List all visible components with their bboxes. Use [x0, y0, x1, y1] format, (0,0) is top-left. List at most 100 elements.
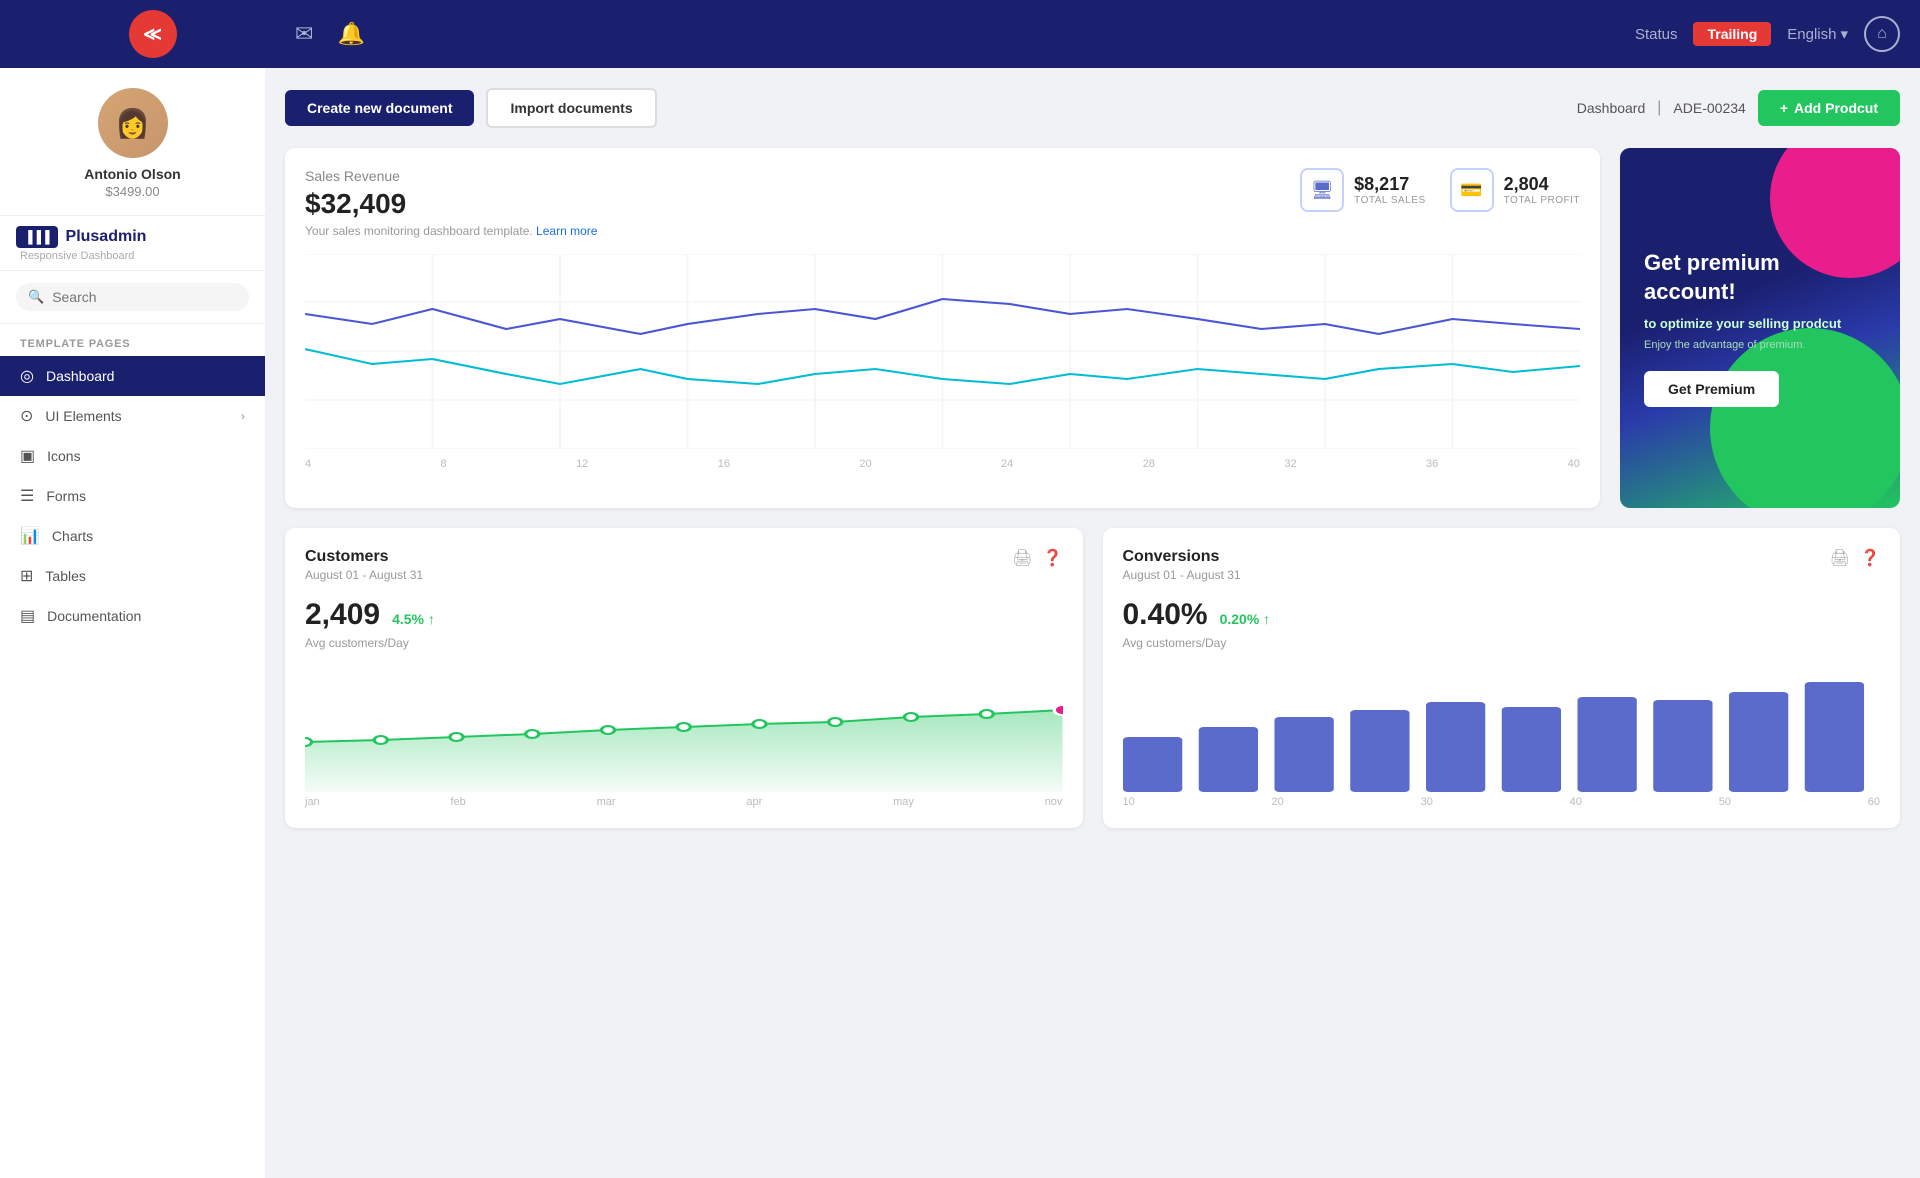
total-sales-stat: 🖥 $8,217 TOTAL SALES [1300, 168, 1425, 212]
customers-value: 2,409 [305, 598, 380, 632]
premium-title: Get premium account! [1644, 249, 1876, 306]
customers-pct: 4.5% ↑ [392, 611, 435, 627]
conversions-avg-label: Avg customers/Day [1123, 636, 1881, 650]
toolbar-right: Dashboard | ADE-00234 + Add Prodcut [1577, 90, 1900, 126]
tables-icon: ⊞ [20, 566, 33, 586]
customers-avg-label: Avg customers/Day [305, 636, 1063, 650]
total-sales-amount: $8,217 [1354, 174, 1425, 195]
conversions-print-icon[interactable]: 🖨 [1830, 548, 1850, 568]
chevron-down-icon: ▾ [1840, 25, 1848, 43]
conversions-actions: 🖨 ❓ [1830, 548, 1880, 568]
sidebar-item-charts[interactable]: 📊 Charts [0, 516, 265, 556]
premium-description: Enjoy the advantage of premium. [1644, 339, 1876, 351]
sidebar-label-icons: Icons [47, 448, 245, 464]
conversions-header: Conversions August 01 - August 31 🖨 ❓ [1123, 548, 1881, 582]
customers-header: Customers August 01 - August 31 🖨 ❓ [305, 548, 1063, 582]
language-selector[interactable]: English ▾ [1787, 25, 1848, 43]
sidebar-item-forms[interactable]: ☰ Forms [0, 476, 265, 516]
customers-area-chart [305, 662, 1063, 792]
total-profit-stat: 💳 2,804 TOTAL PROFIT [1450, 168, 1580, 212]
total-sales-info: $8,217 TOTAL SALES [1354, 174, 1425, 206]
sales-x-labels: 4 8 12 16 20 24 28 32 36 40 [305, 454, 1580, 470]
lang-label: English [1787, 26, 1836, 43]
nav-right-group: Status Trailing English ▾ ⌂ [1635, 16, 1900, 52]
sales-title-section: Sales Revenue $32,409 Your sales monitor… [305, 168, 1300, 238]
stats-group: 🖥 $8,217 TOTAL SALES 💳 [1300, 168, 1580, 212]
nav-logo-area: ≪ [20, 10, 285, 58]
avatar: 👩 [98, 88, 168, 158]
import-documents-button[interactable]: Import documents [486, 88, 656, 128]
status-label: Status [1635, 26, 1678, 43]
print-icon[interactable]: 🖨 [1012, 548, 1032, 568]
help-icon[interactable]: ❓ [1043, 548, 1063, 568]
conversions-value-row: 0.40% 0.20% ↑ [1123, 590, 1881, 636]
sidebar-brand: ▐▐▐ Plusadmin Responsive Dashboard [0, 216, 265, 271]
wallet-icon: 💳 [1460, 180, 1482, 201]
breadcrumb-id: ADE-00234 [1673, 100, 1745, 116]
sidebar-item-dashboard[interactable]: ◎ Dashboard [0, 356, 265, 396]
search-icon: 🔍 [28, 289, 44, 305]
get-premium-button[interactable]: Get Premium [1644, 371, 1779, 407]
toolbar: Create new document Import documents Das… [285, 88, 1900, 128]
total-profit-info: 2,804 TOTAL PROFIT [1504, 174, 1580, 206]
add-product-button[interactable]: + Add Prodcut [1758, 90, 1900, 126]
icons-icon: ▣ [20, 446, 35, 466]
conversions-pct: 0.20% ↑ [1220, 611, 1271, 627]
sidebar-label-tables: Tables [45, 568, 245, 584]
profile-name: Antonio Olson [84, 166, 180, 182]
conversions-title: Conversions [1123, 548, 1241, 566]
chevron-right-icon: › [241, 409, 245, 423]
premium-subtitle: to optimize your selling prodcut [1644, 316, 1876, 331]
conversions-date-range: August 01 - August 31 [1123, 568, 1241, 582]
trailing-badge: Trailing [1693, 22, 1771, 46]
learn-more-link[interactable]: Learn more [536, 224, 597, 238]
plus-icon: + [1780, 100, 1788, 116]
search-box[interactable]: 🔍 [16, 283, 249, 311]
create-document-button[interactable]: Create new document [285, 90, 474, 126]
sidebar-item-ui-elements[interactable]: ⊙ UI Elements › [0, 396, 265, 436]
conversions-bar-chart [1123, 662, 1881, 792]
bottom-grid: Customers August 01 - August 31 🖨 ❓ 2,40… [285, 528, 1900, 828]
nav-icons-group: ✉ 🔔 [295, 21, 1635, 47]
conversions-title-area: Conversions August 01 - August 31 [1123, 548, 1241, 582]
sales-revenue-card: Sales Revenue $32,409 Your sales monitor… [285, 148, 1600, 508]
conversions-help-icon[interactable]: ❓ [1860, 548, 1880, 568]
sidebar: 👩 Antonio Olson $3499.00 ▐▐▐ Plusadmin R… [0, 68, 265, 1178]
search-input[interactable] [52, 289, 237, 305]
sales-subtitle: Your sales monitoring dashboard template… [305, 224, 1300, 238]
profile-amount: $3499.00 [105, 184, 159, 199]
customers-x-labels: jan feb mar apr may nov [305, 792, 1063, 808]
sales-line-chart [305, 254, 1580, 454]
customers-date-range: August 01 - August 31 [305, 568, 423, 582]
monitor-icon: 🖥 [1311, 180, 1334, 201]
charts-icon: 📊 [20, 526, 40, 546]
sidebar-label-charts: Charts [52, 528, 245, 544]
conversions-card: Conversions August 01 - August 31 🖨 ❓ 0.… [1103, 528, 1901, 828]
customers-card: Customers August 01 - August 31 🖨 ❓ 2,40… [285, 528, 1083, 828]
sidebar-item-icons[interactable]: ▣ Icons [0, 436, 265, 476]
sidebar-search-area: 🔍 [0, 271, 265, 324]
customers-title-area: Customers August 01 - August 31 [305, 548, 423, 582]
sales-card-header: Sales Revenue $32,409 Your sales monitor… [305, 168, 1580, 238]
add-product-label: Add Prodcut [1794, 100, 1878, 116]
dashboard-icon: ◎ [20, 366, 34, 386]
customers-title: Customers [305, 548, 423, 566]
mail-icon[interactable]: ✉ [295, 21, 313, 47]
main-layout: 👩 Antonio Olson $3499.00 ▐▐▐ Plusadmin R… [0, 68, 1920, 1178]
brand-name: Plusadmin [66, 228, 147, 246]
sidebar-toggle-button[interactable]: ≪ [129, 10, 177, 58]
home-button[interactable]: ⌂ [1864, 16, 1900, 52]
customers-actions: 🖨 ❓ [1012, 548, 1062, 568]
total-profit-label: TOTAL PROFIT [1504, 195, 1580, 206]
sidebar-item-tables[interactable]: ⊞ Tables [0, 556, 265, 596]
total-sales-label: TOTAL SALES [1354, 195, 1425, 206]
sidebar-item-documentation[interactable]: ▤ Documentation [0, 596, 265, 636]
brand-icon: ▐▐▐ [16, 226, 58, 248]
bell-icon[interactable]: 🔔 [337, 21, 364, 47]
sidebar-profile: 👩 Antonio Olson $3499.00 [0, 68, 265, 216]
premium-card: Get premium account! to optimize your se… [1620, 148, 1900, 508]
main-content: Create new document Import documents Das… [265, 68, 1920, 1178]
brand-tagline: Responsive Dashboard [20, 250, 249, 262]
breadcrumb-separator: | [1657, 99, 1661, 117]
sidebar-label-forms: Forms [46, 488, 245, 504]
